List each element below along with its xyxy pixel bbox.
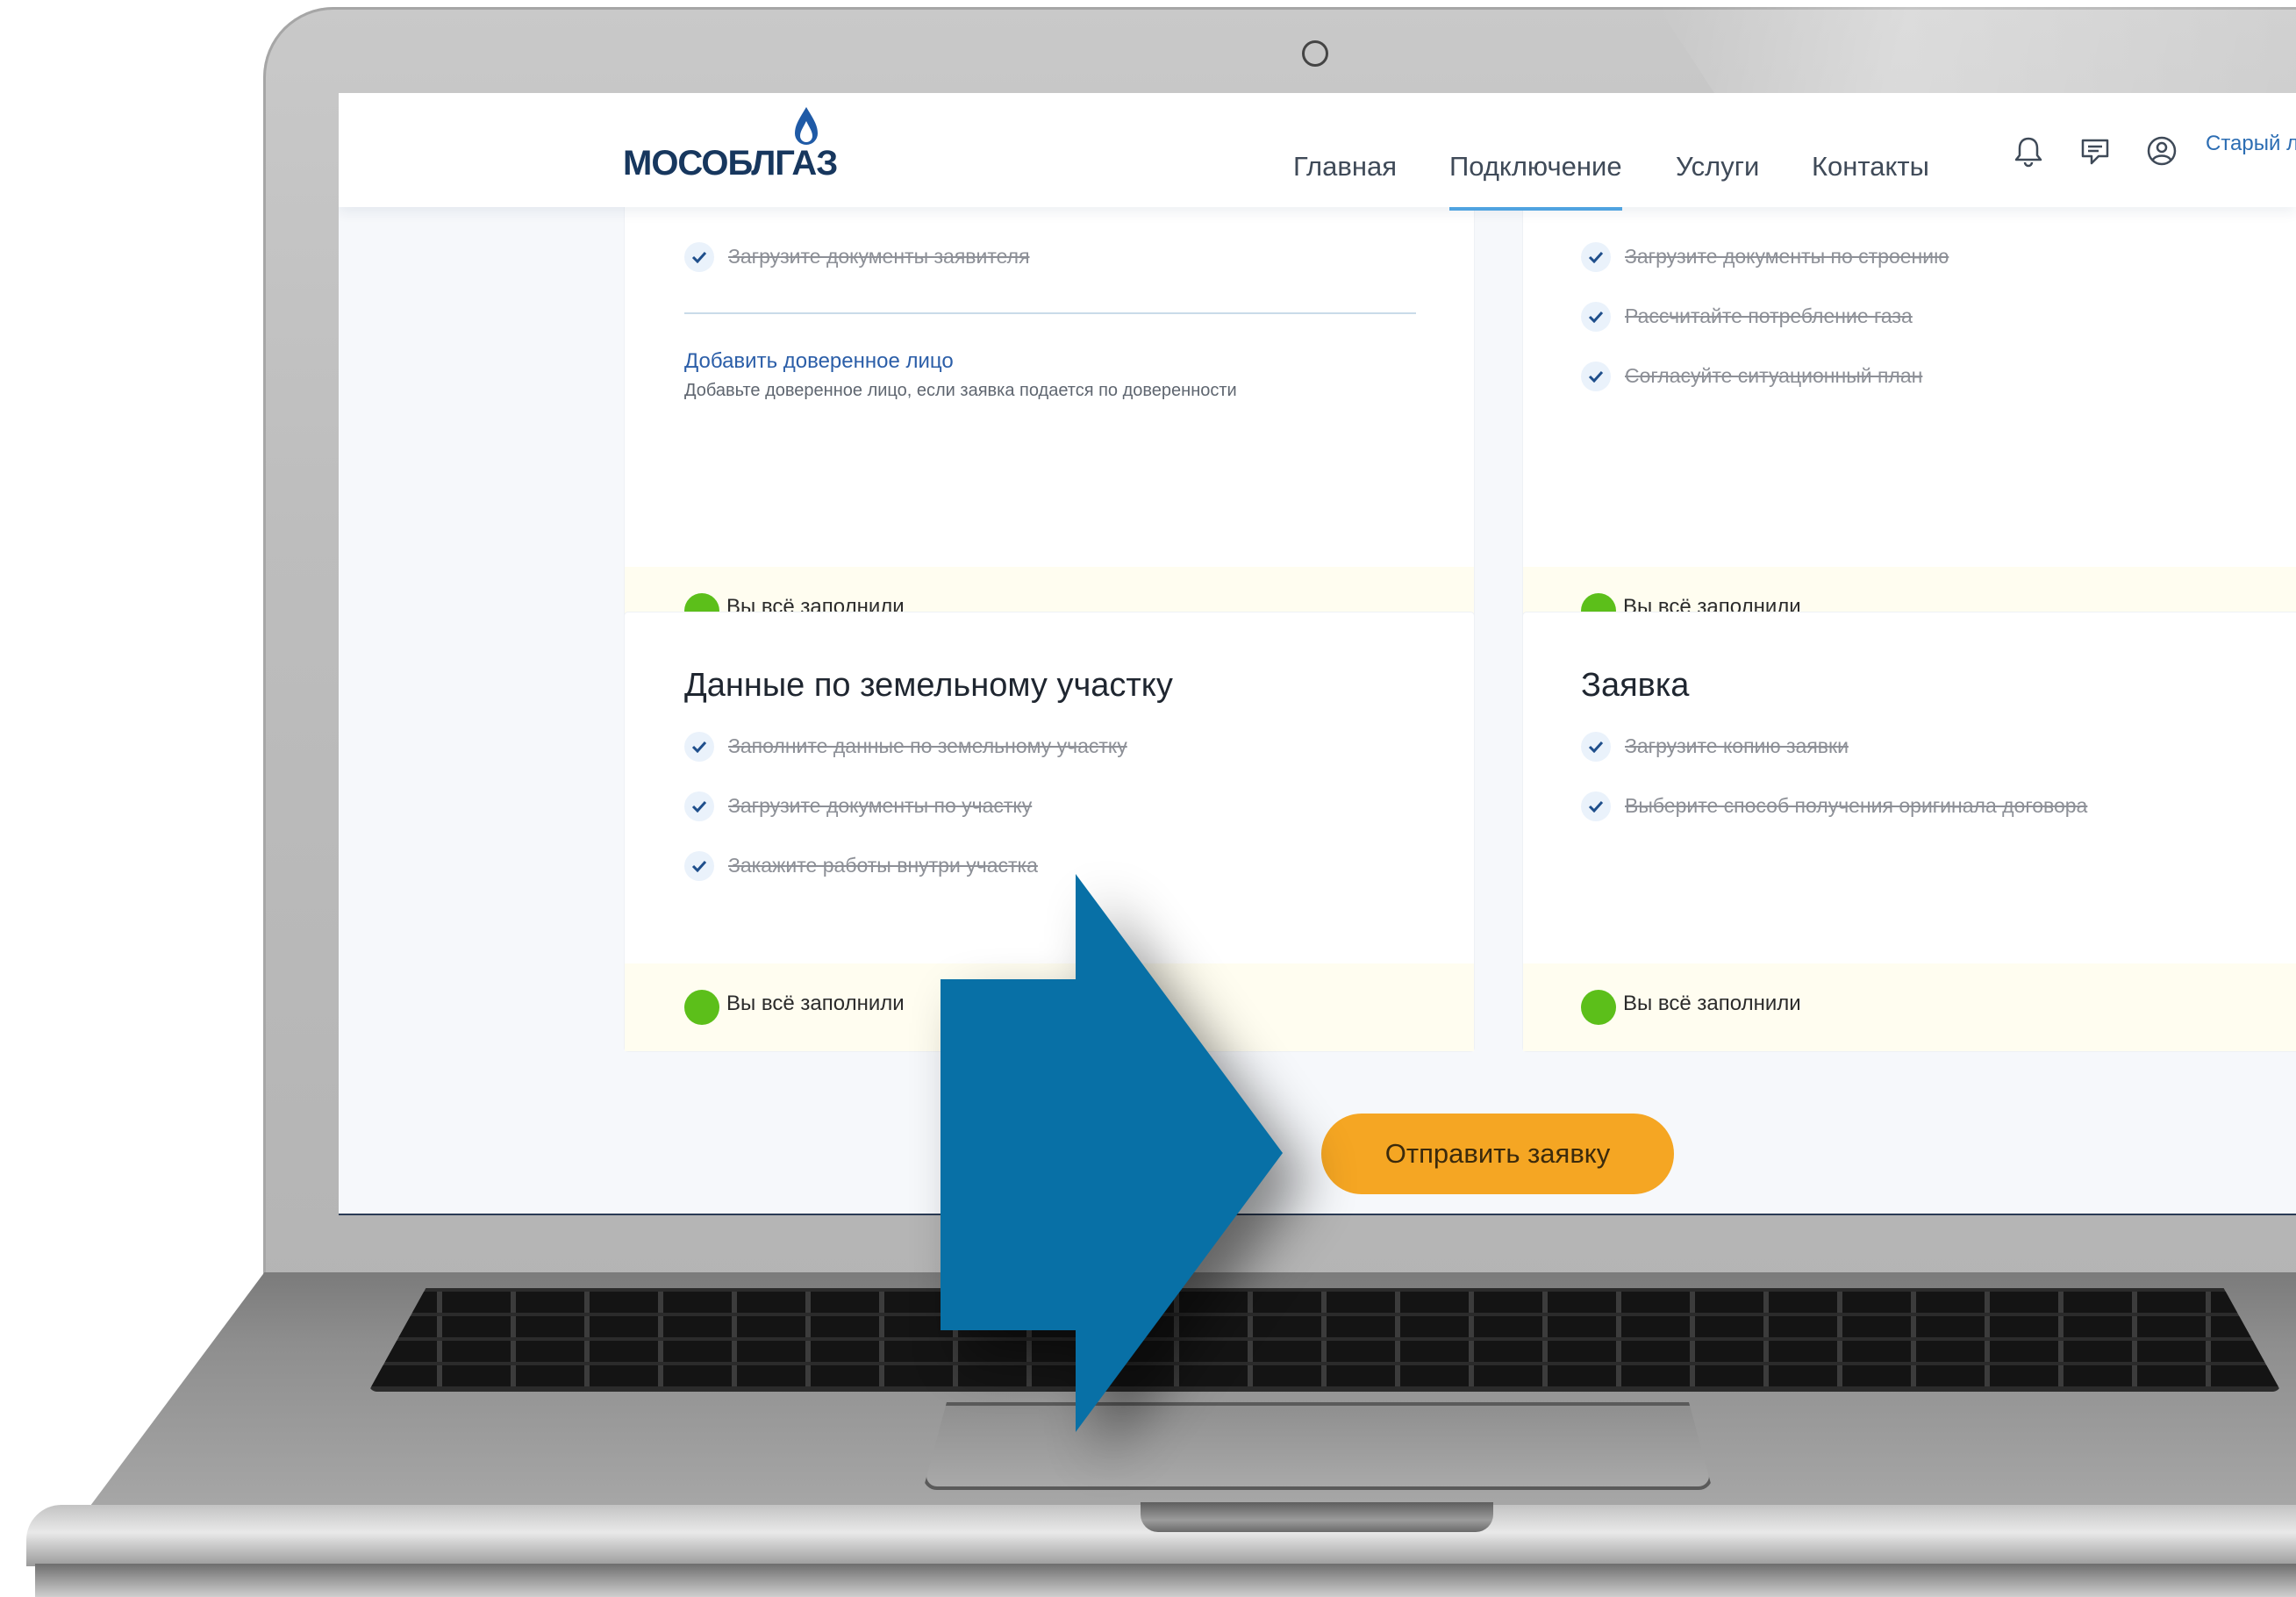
company-logo[interactable]: МОСОБЛГАЗ <box>623 144 838 183</box>
task-land-docs: Загрузите документы по участку <box>728 794 1033 817</box>
building-card: Загрузите документы по строению Рассчита… <box>1523 181 2296 655</box>
applicant-card: Загрузите документы заявителя Добавить д… <box>625 181 1474 655</box>
check-icon <box>684 851 714 881</box>
card-status-bar: Вы всё заполнили <box>1523 963 2296 1051</box>
user-icon[interactable] <box>2144 133 2179 168</box>
task-application-copy: Загрузите копию заявки <box>1625 734 1849 757</box>
pointer-arrow-icon <box>941 874 1283 1432</box>
nav-main[interactable]: Главная <box>1293 128 1397 207</box>
laptop-base <box>35 1564 2296 1597</box>
nav-services[interactable]: Услуги <box>1676 128 1759 207</box>
task-land-data: Заполните данные по земельному участку <box>728 734 1127 757</box>
bell-icon[interactable] <box>2011 133 2046 168</box>
site-header: МОСОБЛГАЗ Главная Подключение Услуги Кон… <box>339 93 2296 211</box>
nav-connection[interactable]: Подключение <box>1449 128 1622 211</box>
done-dot-icon <box>1581 990 1616 1025</box>
task-gas-consumption: Рассчитайте потребление газа <box>1625 304 1913 327</box>
submit-application-button[interactable]: Отправить заявку <box>1321 1114 1674 1194</box>
check-icon <box>1581 302 1611 332</box>
divider <box>684 312 1416 314</box>
task-applicant-docs: Загрузите документы заявителя <box>728 245 1030 268</box>
done-dot-icon <box>684 990 719 1025</box>
application-card-title: Заявка <box>1581 667 1690 704</box>
check-icon <box>684 242 714 272</box>
laptop-notch <box>1141 1502 1493 1532</box>
task-building-docs: Загрузите документы по строению <box>1625 245 1949 268</box>
check-icon <box>1581 791 1611 821</box>
nav-contacts[interactable]: Контакты <box>1812 128 1929 207</box>
add-proxy-link[interactable]: Добавить доверенное лицо <box>684 349 954 374</box>
task-contract-delivery: Выберите способ получения оригинала дого… <box>1625 794 2088 817</box>
check-icon <box>1581 362 1611 391</box>
keyboard <box>368 1288 2281 1392</box>
application-card: Заявка Загрузите копию заявки Выберите с… <box>1523 612 2296 1051</box>
lid-reflection <box>1658 7 2296 93</box>
check-icon <box>684 791 714 821</box>
check-icon <box>684 732 714 762</box>
task-site-plan: Согласуйте ситуационный план <box>1625 364 1923 387</box>
flame-icon <box>795 107 818 145</box>
land-card-title: Данные по земельному участку <box>684 667 1173 704</box>
laptop-screen: МОСОБЛГАЗ Главная Подключение Услуги Кон… <box>339 93 2296 1215</box>
webcam-icon <box>1302 40 1328 67</box>
add-proxy-hint: Добавьте доверенное лицо, если заявка по… <box>684 381 1237 400</box>
status-text: Вы всё заполнили <box>726 992 905 1015</box>
chat-icon[interactable] <box>2078 133 2113 168</box>
check-icon <box>1581 732 1611 762</box>
old-cabinet-link[interactable]: Старый л <box>2206 132 2296 156</box>
status-text: Вы всё заполнили <box>1623 992 1801 1015</box>
check-icon <box>1581 242 1611 272</box>
